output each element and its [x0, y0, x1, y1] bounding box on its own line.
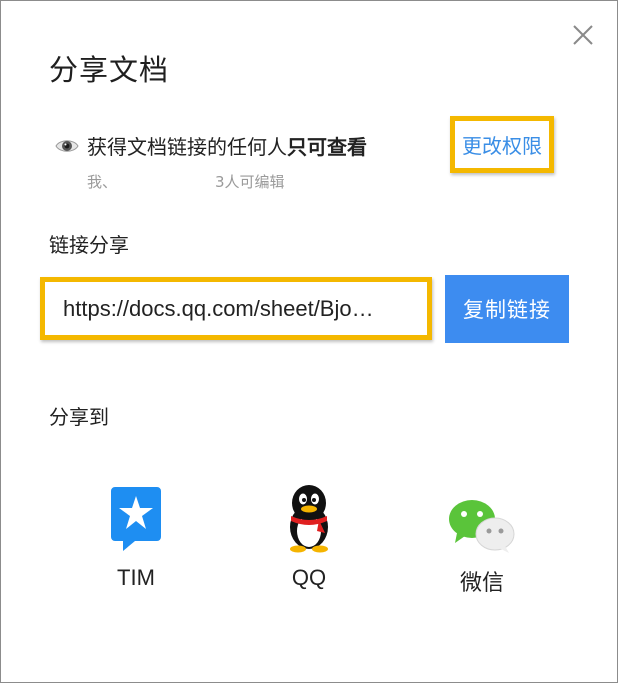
share-target-tim[interactable]: TIM: [81, 481, 191, 591]
close-icon: [573, 25, 593, 45]
link-url-input[interactable]: [63, 295, 413, 322]
share-target-wechat[interactable]: 微信: [427, 481, 537, 597]
dialog-title: 分享文档: [49, 53, 170, 87]
close-button[interactable]: [571, 23, 595, 47]
share-target-label: 微信: [459, 570, 504, 595]
share-target-qq[interactable]: QQ: [254, 481, 364, 591]
permission-text: 获得文档链接的任何人: [87, 135, 287, 159]
permission-editors: 我、 3人可编辑: [87, 171, 285, 192]
share-target-label: QQ: [291, 565, 327, 590]
editor-owner: 我、: [87, 173, 118, 191]
link-share-label: 链接分享: [49, 233, 129, 257]
copy-link-button[interactable]: 复制链接: [445, 275, 569, 343]
permission-level: 只可查看: [287, 135, 367, 159]
link-url-box[interactable]: [40, 277, 432, 340]
tim-icon: [111, 487, 161, 551]
change-permission-link[interactable]: 更改权限: [450, 116, 554, 173]
wechat-icon: [449, 500, 515, 553]
qq-icon: [290, 485, 328, 553]
permission-row: 获得文档链接的任何人 只可查看: [55, 131, 367, 160]
eye-icon: [55, 139, 79, 152]
share-dialog: 分享文档 获得文档链接的任何人只可查看 我、 3人可编辑 更改权限 链接分享 复制…: [0, 0, 618, 683]
editor-count: 3人可编辑: [215, 173, 285, 191]
share-to-label: 分享到: [49, 405, 109, 429]
share-target-label: TIM: [117, 565, 155, 590]
